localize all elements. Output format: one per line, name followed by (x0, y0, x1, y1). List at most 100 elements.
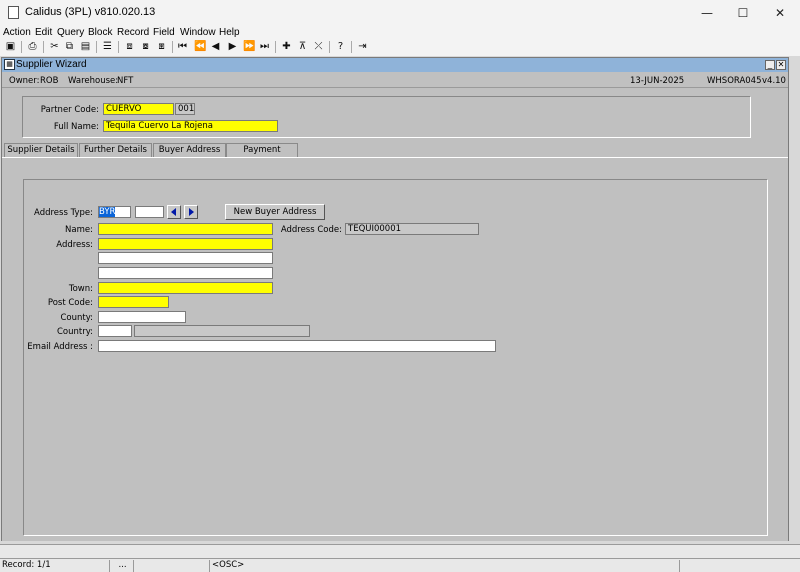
module-value: WHSORA045 (707, 76, 762, 86)
country-label: Country: (56, 327, 93, 337)
status-cell-end (680, 560, 800, 572)
clear-icon[interactable]: ☰ (102, 41, 113, 53)
toolbar-separator (172, 41, 173, 53)
full-name-field[interactable]: Tequila Cuervo La Rojena (103, 120, 278, 132)
first-record-icon[interactable]: ⏮ (177, 41, 188, 53)
menu-bar: Action Edit Query Block Record Field Win… (0, 26, 800, 39)
last-record-icon[interactable]: ⏭ (259, 41, 270, 53)
name-field[interactable] (98, 223, 273, 235)
toolbar-separator (275, 41, 276, 53)
address-type-value: BYR (99, 207, 116, 217)
osc-indicator: <OSC> (210, 560, 680, 572)
address-line-3-field[interactable] (98, 267, 273, 279)
buyer-address-tab-body: Address Type: BYR New Buyer Address Name… (2, 157, 788, 541)
insert-record-icon[interactable]: ✚ (281, 41, 292, 53)
country-name-field (134, 325, 310, 337)
address-type-label: Address Type: (34, 208, 93, 218)
toolbar-separator (21, 41, 22, 53)
toolbar-separator (43, 41, 44, 53)
execute-query-icon[interactable]: ⧇ (140, 41, 151, 53)
print-icon[interactable]: ⎙ (27, 41, 38, 53)
tab-buyer-address[interactable]: Buyer Address (153, 143, 226, 158)
address-code-field: TEQUI00001 (345, 223, 479, 235)
menu-record[interactable]: Record (117, 27, 149, 38)
toolbar-separator (351, 41, 352, 53)
full-name-label: Full Name: (53, 122, 99, 132)
exit-icon[interactable]: ⇥ (357, 41, 368, 53)
address-line-1-field[interactable] (98, 238, 273, 250)
next-address-button[interactable] (184, 205, 198, 219)
help-icon[interactable]: ? (335, 41, 346, 53)
form-title: Supplier Wizard (16, 59, 87, 70)
toolbar: ▣ ⎙ ✂ ⧉ ▤ ☰ ⧈ ⧇ ⧆ ⏮ ⏪ ◀ ▶ ⏩ ⏭ ✚ ⊼ ⤫ ? ⇥ (0, 39, 800, 56)
form-titlebar: ▦ Supplier Wizard _ ✕ (2, 58, 788, 72)
toolbar-separator (118, 41, 119, 53)
copy-icon[interactable]: ⧉ (64, 41, 75, 53)
paste-icon[interactable]: ▤ (80, 41, 91, 53)
form-icon: ▦ (4, 59, 15, 70)
next-set-icon[interactable]: ⏩ (243, 41, 255, 53)
town-label: Town: (68, 284, 93, 294)
toolbar-separator (329, 41, 330, 53)
tab-strip: Supplier Details Further Details Buyer A… (2, 143, 788, 168)
post-code-field[interactable] (98, 296, 169, 308)
tab-supplier-details[interactable]: Supplier Details (4, 143, 78, 158)
address-type-field[interactable]: BYR (98, 206, 131, 218)
warehouse-value: NFT (117, 76, 134, 86)
post-code-label: Post Code: (47, 298, 93, 308)
address-label: Address: (56, 240, 93, 250)
previous-record-icon[interactable]: ◀ (210, 41, 221, 53)
owner-value: ROB (40, 76, 59, 86)
menu-field[interactable]: Field (153, 27, 175, 38)
warehouse-label: Warehouse: (68, 76, 119, 86)
maximize-button[interactable]: ☐ (725, 0, 761, 26)
owner-label: Owner: (9, 76, 40, 86)
menu-window[interactable]: Window (180, 27, 216, 38)
email-address-field[interactable] (98, 340, 496, 352)
menu-block[interactable]: Block (88, 27, 112, 38)
menu-edit[interactable]: Edit (35, 27, 52, 38)
info-bar: Owner: ROB Warehouse: NFT 13-JUN-2025 WH… (2, 73, 788, 88)
partner-code-label: Partner Code: (40, 105, 99, 115)
previous-set-icon[interactable]: ⏪ (194, 41, 206, 53)
address-line-2-field[interactable] (98, 252, 273, 264)
supplier-wizard-window: ▦ Supplier Wizard _ ✕ Owner: ROB Warehou… (1, 57, 789, 541)
minimize-button[interactable]: — (689, 0, 725, 26)
county-field[interactable] (98, 311, 186, 323)
new-buyer-address-button[interactable]: New Buyer Address (225, 204, 325, 220)
message-line (0, 544, 800, 558)
close-button[interactable]: ✕ (762, 0, 798, 26)
clear-record-icon[interactable]: ⤫ (313, 41, 324, 53)
partner-suffix-field: 001 (175, 103, 195, 115)
menu-action[interactable]: Action (3, 27, 31, 38)
county-label: County: (60, 313, 93, 323)
menu-query[interactable]: Query (57, 27, 84, 38)
tab-further-details[interactable]: Further Details (79, 143, 152, 158)
form-close-button[interactable]: ✕ (776, 60, 786, 70)
name-label: Name: (65, 225, 93, 235)
address-code-label: Address Code: (280, 225, 342, 235)
country-code-field[interactable] (98, 325, 132, 337)
status-cell-empty (134, 560, 210, 572)
delete-record-icon[interactable]: ⊼ (297, 41, 308, 53)
town-field[interactable] (98, 282, 273, 294)
status-bar: Record: 1/1 ... <OSC> (0, 558, 800, 572)
enter-query-icon[interactable]: ⧈ (124, 41, 135, 53)
menu-help[interactable]: Help (219, 27, 240, 38)
window-titlebar: Calidus (3PL) v810.020.13 — ☐ ✕ (0, 0, 800, 26)
date-value: 13-JUN-2025 (630, 76, 685, 86)
version-value: v4.10 (762, 76, 786, 86)
header-panel: Partner Code: CUERVO 001 Full Name: Tequ… (22, 96, 751, 138)
toolbar-separator (96, 41, 97, 53)
partner-code-field[interactable]: CUERVO (103, 103, 174, 115)
address-type-extra-field[interactable] (135, 206, 164, 218)
tab-payment-address[interactable]: Payment Address (226, 143, 298, 168)
next-record-icon[interactable]: ▶ (227, 41, 238, 53)
cut-icon[interactable]: ✂ (49, 41, 60, 53)
record-indicator: Record: 1/1 (0, 560, 110, 572)
previous-address-button[interactable] (167, 205, 181, 219)
count-query-icon[interactable]: ⧆ (156, 41, 167, 53)
form-minimize-button[interactable]: _ (765, 60, 775, 70)
status-dots: ... (110, 560, 134, 572)
save-icon[interactable]: ▣ (5, 41, 16, 53)
